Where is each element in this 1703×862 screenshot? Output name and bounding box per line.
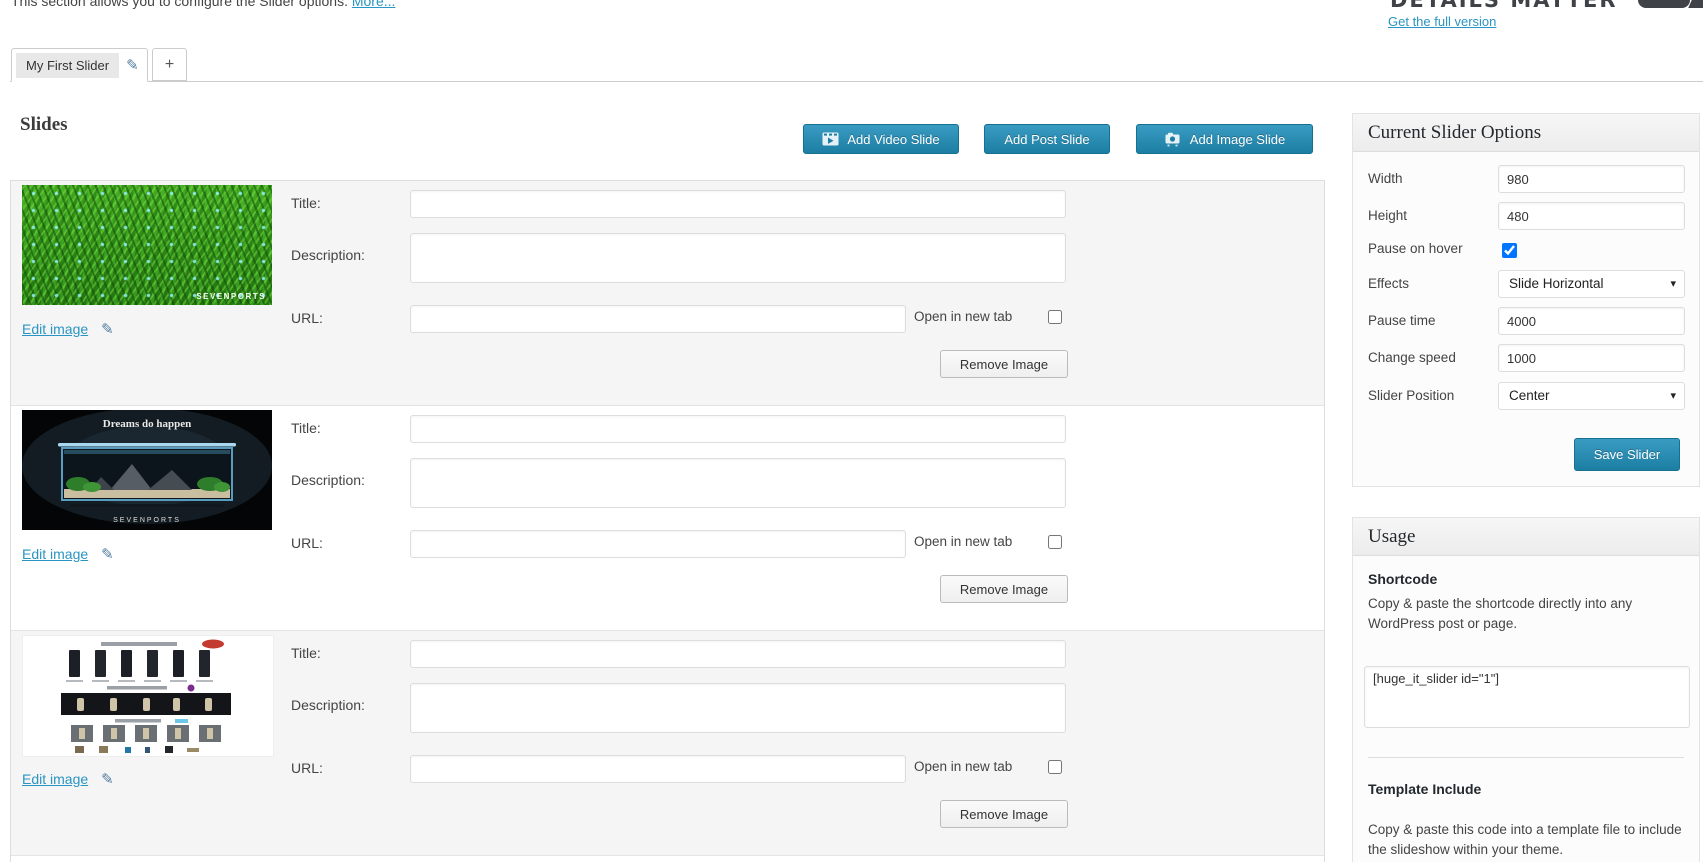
effects-select[interactable]: Slide Horizontal [1498,270,1685,298]
slider-admin-page: This section allows you to configure the… [0,0,1703,862]
tab-my-first-slider[interactable]: My First Slider ✎ [11,48,148,82]
pause-time-label: Pause time [1368,313,1436,328]
add-post-slide-button[interactable]: Add Post Slide [984,124,1110,154]
url-label: URL: [291,310,323,326]
slide-1-description-input[interactable] [410,233,1066,283]
edit-image-pencil-icon[interactable]: ✎ [101,322,114,337]
video-icon [822,132,839,146]
slide-3-remove-image-button[interactable]: Remove Image [940,800,1068,828]
slider-position-label: Slider Position [1368,388,1454,403]
title-label: Title: [291,195,321,211]
usage-divider [1368,757,1684,758]
slide-2-url-input[interactable] [410,530,906,558]
slide-2-title-input[interactable] [410,415,1066,443]
slide-1-open-new-tab-checkbox[interactable] [1048,310,1062,324]
edit-image-link[interactable]: Edit image [22,546,88,562]
shortcode-textarea[interactable]: [huge_it_slider id="1"] [1364,666,1690,728]
edit-image-link[interactable]: Edit image [22,771,88,787]
template-include-description: Copy & paste this code into a template f… [1368,820,1688,861]
description-label: Description: [291,472,365,488]
get-full-version-link[interactable]: Get the full version [1388,14,1496,29]
width-input[interactable] [1498,165,1685,193]
current-slider-options-panel: Current Slider Options Width Height Paus… [1352,113,1700,487]
width-label: Width [1368,171,1403,186]
url-label: URL: [291,760,323,776]
slide-row-1: SEVENPORTS Edit image ✎ Title: Descripti… [11,181,1324,406]
edit-image-link[interactable]: Edit image [22,321,88,337]
open-new-tab-label: Open in new tab [914,534,1012,549]
slide-3-url-input[interactable] [410,755,906,783]
description-label: Description: [291,247,365,263]
logo-text: DETAILS MATTER [1390,0,1618,12]
height-label: Height [1368,208,1407,223]
title-label: Title: [291,645,321,661]
height-input[interactable] [1498,202,1685,230]
slide-3-description-input[interactable] [410,683,1066,733]
pause-on-hover-checkbox[interactable] [1502,243,1517,258]
slide-1-remove-image-button[interactable]: Remove Image [940,350,1068,378]
tab-bar-divider [10,81,1703,82]
description-label: Description: [291,697,365,713]
edit-image-pencil-icon[interactable]: ✎ [101,772,114,787]
pause-on-hover-label: Pause on hover [1368,241,1463,256]
slide-row-3: Edit image ✎ Title: Description: URL: Op… [11,631,1324,856]
edit-tab-pencil-icon[interactable]: ✎ [126,58,139,73]
slide-1-url-input[interactable] [410,305,906,333]
add-image-slide-label: Add Image Slide [1190,132,1285,147]
slider-tab-label: My First Slider [16,53,119,78]
slides-list: SEVENPORTS Edit image ✎ Title: Descripti… [10,180,1325,862]
camera-icon [1164,132,1182,147]
slide-2-thumbnail: Dreams do happen SEVENPORTS [22,410,272,530]
watermark-text: SEVENPORTS [196,292,266,301]
slide-1-title-input[interactable] [410,190,1066,218]
options-panel-heading: Current Slider Options [1353,114,1699,152]
change-speed-label: Change speed [1368,350,1456,365]
slides-heading: Slides [20,114,68,136]
add-video-slide-label: Add Video Slide [847,132,939,147]
url-label: URL: [291,535,323,551]
slide-row-2: Dreams do happen SEVENPORTS [11,406,1324,631]
slide-3-title-input[interactable] [410,640,1066,668]
slide-2-description-input[interactable] [410,458,1066,508]
slide-2-remove-image-button[interactable]: Remove Image [940,575,1068,603]
shortcode-description: Copy & paste the shortcode directly into… [1368,594,1688,635]
edit-image-pencil-icon[interactable]: ✎ [101,547,114,562]
pause-time-input[interactable] [1498,307,1685,335]
details-matter-logo: DETAILS MATTER [1390,0,1618,10]
add-tab-label: + [165,56,174,74]
usage-panel: Usage Shortcode Copy & paste the shortco… [1352,517,1700,862]
effects-label: Effects [1368,276,1409,291]
add-video-slide-button[interactable]: Add Video Slide [803,124,959,154]
open-new-tab-label: Open in new tab [914,759,1012,774]
add-post-slide-label: Add Post Slide [1004,132,1089,147]
shortcode-heading: Shortcode [1368,571,1437,587]
logo-pill-shape [1638,0,1690,8]
save-slider-button[interactable]: Save Slider [1574,438,1680,471]
intro-text: This section allows you to configure the… [11,0,348,9]
slide-2-caption: Dreams do happen [103,418,191,430]
slide-3-open-new-tab-checkbox[interactable] [1048,760,1062,774]
slide-1-thumbnail: SEVENPORTS [22,185,272,305]
more-link[interactable]: More... [352,0,396,9]
slider-position-select[interactable]: Center [1498,382,1685,410]
watermark-text: SEVENPORTS [113,517,181,524]
add-image-slide-button[interactable]: Add Image Slide [1136,124,1313,154]
usage-panel-heading: Usage [1353,518,1699,556]
add-slider-tab[interactable]: + [152,48,187,81]
logo-slash-shape [1688,0,1703,8]
open-new-tab-label: Open in new tab [914,309,1012,324]
slide-3-thumbnail [22,635,274,757]
change-speed-input[interactable] [1498,344,1685,372]
slide-2-open-new-tab-checkbox[interactable] [1048,535,1062,549]
template-include-heading: Template Include [1368,781,1481,797]
intro-line: This section allows you to configure the… [11,0,395,9]
title-label: Title: [291,420,321,436]
